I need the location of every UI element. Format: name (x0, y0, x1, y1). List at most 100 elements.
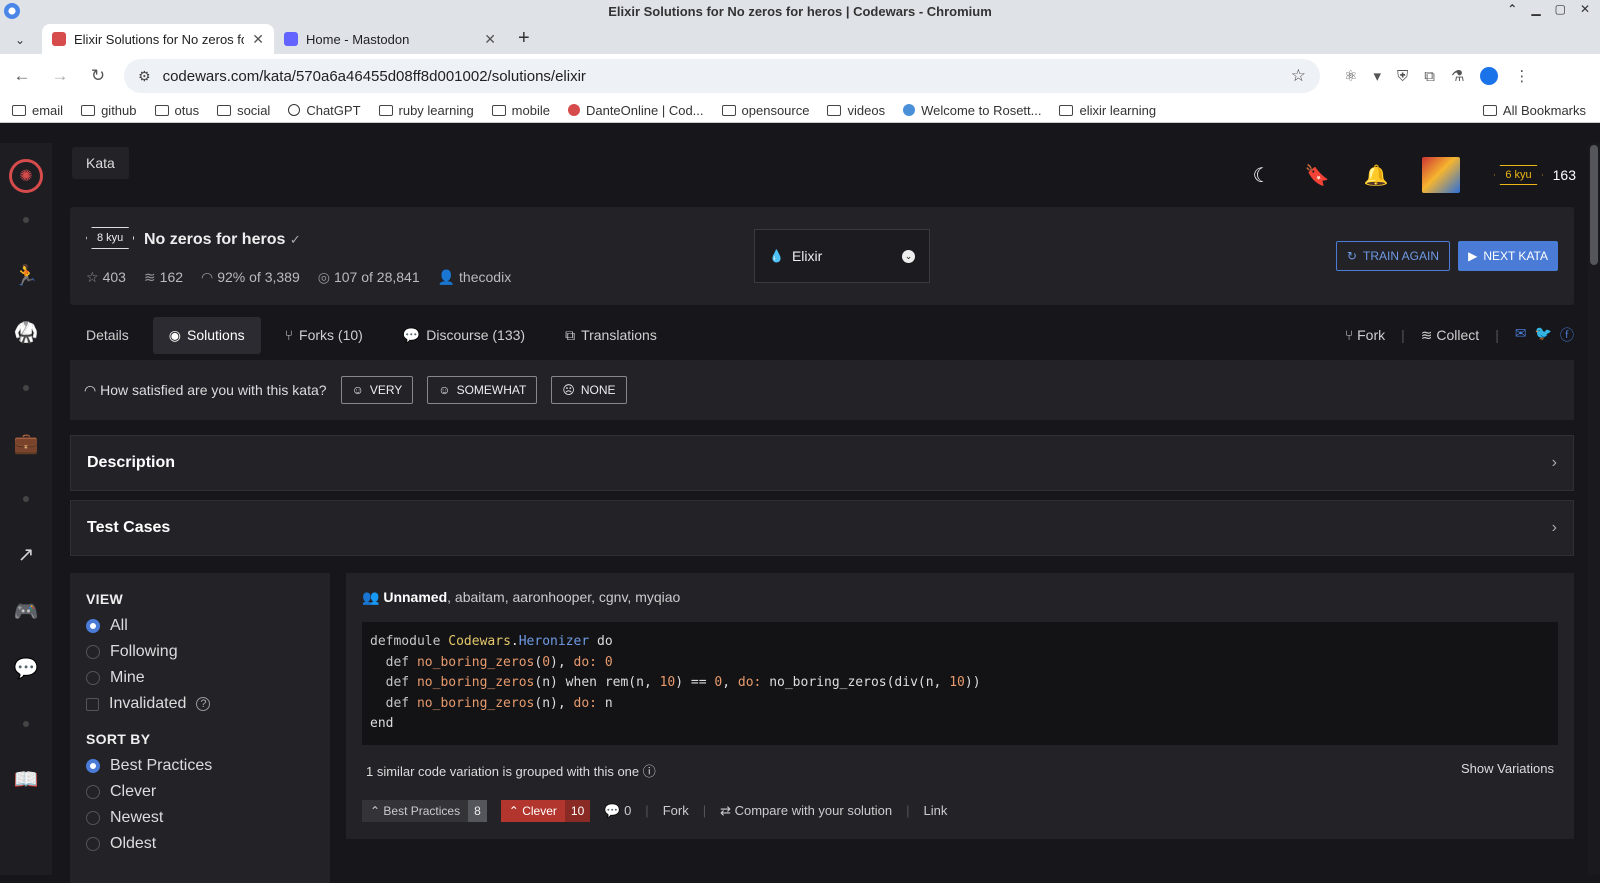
kata-title[interactable]: No zeros for heros ✓ (144, 231, 301, 249)
test-cases-section[interactable]: Test Cases › (70, 500, 1574, 556)
extension-shield-icon[interactable]: ⛨ (1397, 68, 1408, 85)
bookmark-star-icon[interactable]: ☆ (1291, 66, 1306, 86)
bookmark-item[interactable]: mobile (491, 103, 550, 118)
bookmark-item[interactable]: Welcome to Rosett... (903, 103, 1041, 118)
close-tab-icon[interactable]: ✕ (252, 31, 264, 48)
leaderboard-icon[interactable]: ↗ (18, 542, 35, 567)
new-tab-button[interactable]: + (506, 24, 542, 54)
bookmark-item[interactable]: opensource (721, 103, 809, 118)
dark-mode-moon-icon[interactable]: ☾ (1253, 163, 1271, 188)
invalidated-option[interactable]: Invalidated? (86, 695, 314, 713)
docs-book-icon[interactable]: 📖 (14, 767, 39, 792)
tab-translations[interactable]: ⧉ Translations (549, 317, 673, 354)
tab-discourse[interactable]: 💬 Discourse (133) (387, 317, 541, 354)
labs-flask-icon[interactable]: ⚗ (1451, 67, 1464, 85)
email-share-icon[interactable]: ✉ (1515, 325, 1527, 345)
address-bar[interactable]: ⚙ codewars.com/kata/570a6a46455d08ff8d00… (124, 59, 1320, 93)
forward-icon[interactable]: → (48, 66, 72, 86)
vote-none-button[interactable]: ☹ NONE (551, 376, 627, 404)
vote-somewhat-button[interactable]: ☺ SOMEWHAT (427, 376, 538, 404)
browser-menu-icon[interactable]: ⋮ (1514, 67, 1529, 85)
train-again-button[interactable]: ↻ TRAIN AGAIN (1335, 241, 1450, 271)
stat-author[interactable]: 👤 thecodix (438, 269, 512, 286)
radio[interactable] (86, 837, 100, 851)
all-bookmarks[interactable]: All Bookmarks (1482, 103, 1586, 118)
extension-react-icon[interactable]: ⚛ (1344, 67, 1357, 85)
comments-button[interactable]: 💬 0 (604, 803, 631, 819)
best-practices-vote[interactable]: ⌃ Best Practices 8 (362, 799, 487, 822)
radio[interactable] (86, 645, 100, 659)
other-authors[interactable]: , abaitam, aaronhooper, cgnv, myqiao (447, 589, 680, 605)
next-kata-button[interactable]: ▶ NEXT KATA (1458, 241, 1558, 271)
reload-icon[interactable]: ↻ (86, 66, 110, 86)
user-avatar[interactable] (1422, 157, 1461, 193)
browser-tab-mastodon[interactable]: Home - Mastodon ✕ (274, 24, 506, 54)
view-option-mine[interactable]: Mine (86, 669, 314, 687)
view-option-following[interactable]: Following (86, 643, 314, 661)
bookmark-item[interactable]: email (12, 103, 63, 118)
radio[interactable] (86, 671, 100, 685)
notifications-bell-icon[interactable]: 🔔 (1363, 163, 1388, 188)
profile-icon[interactable] (1480, 67, 1499, 85)
sort-option-clever[interactable]: Clever (86, 783, 314, 801)
extension-vue-icon[interactable]: ▾ (1373, 67, 1381, 85)
tab-details[interactable]: Details (70, 317, 145, 353)
radio-selected[interactable] (86, 759, 100, 773)
back-icon[interactable]: ← (10, 66, 34, 86)
tab-forks[interactable]: ⑂ Forks (10) (269, 317, 379, 353)
kumite-icon[interactable]: 🥋 (14, 320, 39, 345)
compare-link[interactable]: ⇄ Compare with your solution (720, 803, 892, 819)
bookmark-item[interactable]: ChatGPT (288, 103, 361, 118)
bookmark-item[interactable]: DanteOnline | Cod... (567, 103, 704, 118)
discord-icon[interactable]: 🎮 (14, 599, 39, 624)
scrollbar-thumb[interactable] (1590, 145, 1598, 265)
solution-code: defmodule Codewars.Heronizer do def no_b… (362, 622, 1558, 745)
permalink[interactable]: Link (924, 803, 948, 818)
breadcrumb-kata[interactable]: Kata (72, 147, 129, 179)
close-tab-icon[interactable]: ✕ (484, 31, 496, 48)
view-option-all[interactable]: All (86, 617, 314, 635)
info-icon[interactable]: ⓘ (643, 764, 656, 779)
url-text[interactable]: codewars.com/kata/570a6a46455d08ff8d0010… (163, 68, 1279, 85)
vote-very-button[interactable]: ☺ VERY (340, 376, 414, 404)
language-select[interactable]: 💧 Elixir ⌄ (754, 229, 930, 283)
collect-button[interactable]: ≋ Collect (1421, 327, 1479, 344)
checkbox[interactable] (86, 697, 99, 711)
briefcase-icon[interactable]: 💼 (14, 431, 39, 456)
tab-search-icon[interactable]: ⌄ (8, 26, 32, 54)
maximize-icon[interactable]: ▢ (1555, 2, 1566, 16)
practice-icon[interactable]: 🏃 (14, 263, 39, 288)
sort-option-best-practices[interactable]: Best Practices (86, 757, 314, 775)
browser-tab-codewars[interactable]: Elixir Solutions for No zeros fo ✕ (42, 24, 274, 54)
bookmark-item[interactable]: github (81, 103, 137, 118)
radio-selected[interactable] (86, 619, 100, 633)
codewars-logo-icon[interactable]: ✺ (9, 159, 43, 193)
radio[interactable] (86, 811, 100, 825)
fork-kata-button[interactable]: ⑂ Fork (1345, 327, 1385, 343)
bookmark-item[interactable]: social (217, 103, 270, 118)
help-icon[interactable]: ? (196, 697, 211, 711)
site-info-icon[interactable]: ⚙ (138, 68, 151, 85)
bookmark-item[interactable]: videos (827, 103, 885, 118)
show-variations-link[interactable]: Show Variations (1461, 761, 1554, 780)
bookmark-item[interactable]: ruby learning (378, 103, 474, 118)
window-chevron-icon[interactable]: ⌃ (1507, 2, 1517, 16)
close-window-icon[interactable]: ✕ (1580, 2, 1590, 16)
tab-solutions[interactable]: ◉ Solutions (152, 316, 261, 354)
bookmark-item[interactable]: otus (154, 103, 199, 118)
page-scrollbar[interactable] (1588, 143, 1600, 875)
sort-option-oldest[interactable]: Oldest (86, 835, 314, 853)
lead-author[interactable]: Unnamed (383, 589, 447, 605)
minimize-icon[interactable]: ▁ (1531, 2, 1540, 16)
bookmarks-icon[interactable]: 🔖 (1305, 163, 1330, 188)
radio[interactable] (86, 785, 100, 799)
facebook-share-icon[interactable]: ⓕ (1560, 325, 1574, 345)
fork-solution-link[interactable]: Fork (663, 803, 689, 818)
twitter-share-icon[interactable]: 🐦 (1535, 325, 1552, 345)
clever-vote[interactable]: ⌃ Clever 10 (500, 799, 591, 822)
bookmark-item[interactable]: elixir learning (1059, 103, 1156, 118)
sort-option-newest[interactable]: Newest (86, 809, 314, 827)
description-section[interactable]: Description › (70, 435, 1574, 491)
extensions-puzzle-icon[interactable]: ⧉ (1424, 68, 1435, 85)
chat-icon[interactable]: 💬 (14, 656, 39, 681)
